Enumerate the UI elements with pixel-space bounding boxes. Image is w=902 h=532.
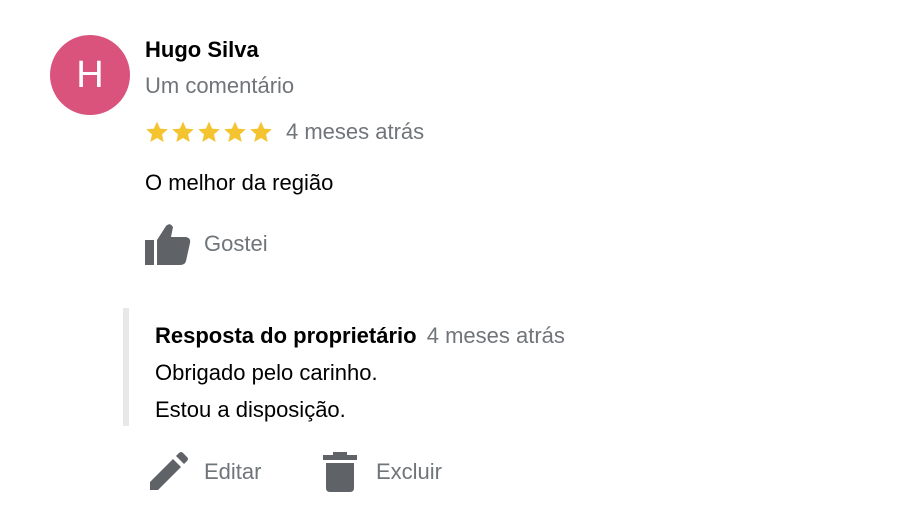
star-icon — [146, 121, 168, 142]
reply-text-line: Estou a disposição. — [155, 397, 346, 422]
star-icon — [198, 121, 220, 142]
reply-date: 4 meses atrás — [426, 323, 565, 348]
star-icon — [250, 121, 272, 142]
star-rating — [145, 120, 275, 144]
review-card: H Hugo Silva Um comentário 4 meses atrás… — [0, 0, 902, 532]
rating-row: 4 meses atrás — [145, 117, 424, 147]
reply-text-line: Obrigado pelo carinho. — [155, 360, 378, 385]
review-text: O melhor da região — [145, 170, 334, 195]
trash-icon — [323, 452, 357, 492]
delete-button[interactable]: Excluir — [323, 450, 442, 494]
reply-header: Resposta do proprietário 4 meses atrás — [155, 323, 565, 349]
avatar-initial: H — [76, 54, 104, 96]
avatar[interactable]: H — [50, 35, 130, 115]
author-name[interactable]: Hugo Silva — [145, 37, 259, 63]
edit-label: Editar — [204, 459, 262, 484]
review-date: 4 meses atrás — [286, 119, 425, 144]
star-icon — [172, 121, 194, 142]
thumbs-up-icon — [145, 224, 191, 265]
like-button[interactable]: Gostei — [145, 222, 268, 266]
reply-title: Resposta do proprietário — [155, 323, 417, 348]
edit-button[interactable]: Editar — [148, 450, 261, 494]
owner-reply: Resposta do proprietário 4 meses atrás O… — [123, 308, 729, 426]
star-icon — [224, 121, 246, 142]
like-label: Gostei — [204, 231, 268, 256]
delete-label: Excluir — [376, 459, 443, 484]
author-review-count[interactable]: Um comentário — [145, 73, 294, 99]
pencil-icon — [150, 452, 188, 490]
